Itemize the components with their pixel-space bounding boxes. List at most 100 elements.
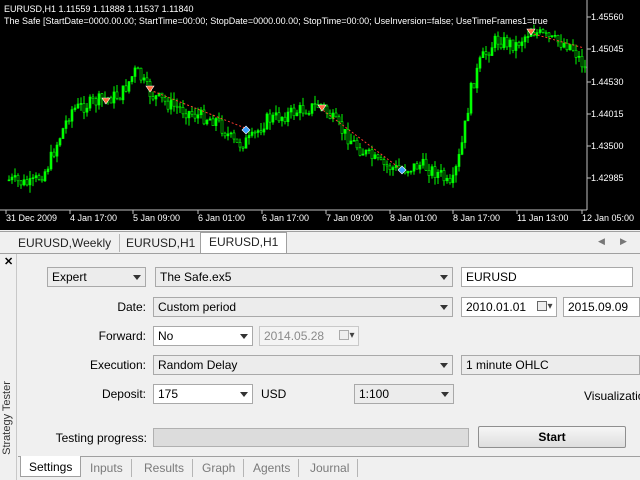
candle [454, 164, 458, 183]
candle [343, 129, 347, 141]
tab-scroll-left-icon[interactable]: ◀ [598, 236, 605, 247]
deposit-select[interactable]: 175 [153, 384, 253, 404]
candle-body [121, 85, 125, 101]
visualization-checkbox-label[interactable]: Visualization [584, 389, 640, 403]
candle-body [481, 51, 485, 58]
candle-body [262, 128, 266, 133]
candle [85, 103, 89, 117]
candle-body [568, 44, 572, 51]
candle-body [391, 167, 395, 170]
candle-body [13, 175, 17, 178]
candle [373, 151, 377, 160]
tab-inputs[interactable]: Inputs [82, 459, 132, 477]
start-button[interactable]: Start [478, 426, 626, 448]
candle-body [187, 111, 191, 119]
candle-body [343, 129, 347, 134]
candle-body [82, 103, 86, 113]
deposit-value: 175 [158, 387, 179, 401]
candle-body [565, 42, 569, 51]
expert-select[interactable]: The Safe.ex5 [155, 267, 453, 287]
candle [73, 104, 77, 112]
leverage-select[interactable]: 1:100 [354, 384, 454, 404]
candle [559, 34, 563, 51]
close-icon[interactable]: ✕ [4, 257, 13, 268]
price-label: 1.42985 [591, 173, 624, 183]
candle-body [535, 32, 539, 36]
tab-agents[interactable]: Agents [245, 459, 300, 477]
candle-body [409, 170, 413, 173]
chevron-down-icon [133, 275, 141, 280]
forward-label: Forward: [98, 329, 146, 343]
candle [115, 84, 119, 101]
candle [385, 160, 389, 174]
candle-body [388, 165, 392, 170]
tab-graph[interactable]: Graph [194, 459, 245, 477]
candle-body [538, 29, 542, 33]
tab-journal[interactable]: Journal [302, 459, 359, 477]
time-label: 5 Jan 09:00 [133, 213, 181, 223]
candle [430, 164, 434, 179]
candle-body [199, 109, 203, 116]
date-mode-select[interactable]: Custom period [153, 297, 453, 317]
candle [391, 165, 395, 176]
candle [442, 167, 446, 186]
price-chart[interactable]: EURUSD,H1 1.11559 1.11888 1.11537 1.1184… [0, 0, 640, 230]
candle [244, 134, 248, 149]
candle-body [505, 37, 509, 48]
tab-eurusd-h1[interactable]: EURUSD,H1 [118, 234, 205, 252]
candle-body [487, 53, 491, 56]
candle [304, 109, 308, 115]
candle-body [382, 159, 386, 165]
tab-settings[interactable]: Settings [20, 456, 82, 477]
execution-select[interactable]: Random Delay [153, 355, 453, 375]
tab-eurusd-weekly[interactable]: EURUSD,Weekly [10, 234, 121, 252]
candle [394, 160, 398, 171]
date-from-field[interactable]: 2010.01.01 ▾ [461, 297, 557, 317]
candle [550, 35, 554, 39]
expert-value: The Safe.ex5 [160, 270, 232, 284]
candle [460, 135, 464, 156]
candle-body [253, 131, 257, 134]
chevron-down-icon [440, 275, 448, 280]
candle [112, 86, 116, 109]
forward-select[interactable]: No [153, 326, 253, 346]
currency-label: USD [261, 387, 287, 401]
candle [421, 152, 425, 169]
candle [379, 155, 383, 161]
candle [490, 42, 494, 56]
candle [232, 129, 236, 144]
candle [28, 170, 32, 193]
chart-canvas [0, 0, 591, 214]
chevron-down-icon [240, 392, 248, 397]
candle [457, 148, 461, 172]
candle [178, 102, 182, 114]
model-select[interactable]: 1 minute OHLC [461, 355, 640, 375]
tab-eurusd-h1-active[interactable]: EURUSD,H1 [200, 232, 288, 253]
symbol-field[interactable]: EURUSD [461, 267, 633, 287]
price-label: 1.43500 [591, 141, 624, 151]
candle [568, 43, 572, 51]
candle-body [220, 119, 224, 134]
candle-body [67, 120, 71, 123]
candle-body [493, 35, 497, 48]
date-to-field[interactable]: 2015.09.09 [563, 297, 640, 317]
price-label: 1.44530 [591, 77, 624, 87]
candle-body [34, 175, 38, 178]
calendar-icon[interactable]: ▾ [534, 299, 556, 316]
candle [259, 122, 263, 136]
candle [487, 51, 491, 63]
candle [196, 107, 200, 124]
candle-body [367, 149, 371, 152]
model-value: 1 minute OHLC [466, 358, 549, 372]
price-label: 1.45045 [591, 44, 624, 54]
candle-body [46, 168, 50, 172]
candle-body [94, 98, 98, 106]
candle [277, 107, 281, 124]
candle [154, 94, 158, 107]
tab-scroll-right-icon[interactable]: ▶ [620, 236, 627, 247]
program-type-select[interactable]: Expert [47, 267, 146, 287]
leverage-value: 1:100 [359, 387, 390, 401]
candle-body [373, 154, 377, 160]
tab-results[interactable]: Results [136, 459, 194, 477]
candle [169, 92, 173, 115]
